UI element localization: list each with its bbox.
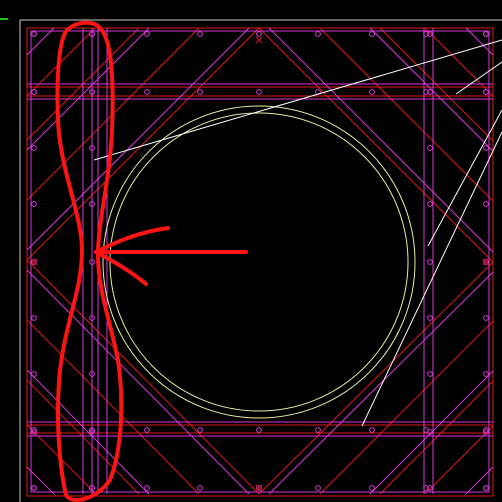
circle-marker-icon	[483, 89, 489, 95]
circle-marker-icon	[483, 145, 489, 151]
circle-marker-icon	[483, 485, 489, 491]
circle-marker-icon	[256, 427, 262, 433]
circle-marker-icon	[315, 427, 321, 433]
circle-marker-icon	[31, 89, 37, 95]
red-annotation	[55, 20, 248, 502]
leader-lines	[93, 39, 502, 427]
circle-marker-icon	[197, 427, 203, 433]
circle-marker-icon	[369, 485, 375, 491]
circle-marker-icon	[256, 31, 262, 37]
circle-marker-icon	[427, 145, 433, 151]
circle-marker-icon	[31, 371, 37, 377]
circle-marker-icon	[144, 427, 150, 433]
circle-marker-icon	[315, 485, 321, 491]
circle-marker-icon	[31, 315, 37, 321]
yellow-circle	[102, 105, 416, 419]
circle-marker-icon	[31, 145, 37, 151]
circle-marker-icon	[197, 89, 203, 95]
circle-marker-icon	[197, 485, 203, 491]
circle-marker-icon	[31, 201, 37, 207]
circle-marker-icon	[427, 315, 433, 321]
circle-marker-icon	[483, 201, 489, 207]
cad-drawing-canvas[interactable]	[0, 0, 502, 502]
circle-marker-icon	[256, 89, 262, 95]
circle-marker-icon	[369, 427, 375, 433]
circle-marker-icon	[31, 485, 37, 491]
circle-marker-icon	[427, 259, 433, 265]
circle-marker-icon	[427, 371, 433, 377]
circle-marker-icon	[31, 31, 37, 37]
circle-marker-icon	[483, 31, 489, 37]
circle-marker-icon	[369, 89, 375, 95]
circle-marker-icon	[369, 31, 375, 37]
circle-marker-icon	[144, 89, 150, 95]
circle-marker-icon	[144, 31, 150, 37]
circle-marker-icon	[315, 31, 321, 37]
x-marker-icon	[255, 36, 263, 44]
circle-marker-icon	[144, 485, 150, 491]
circle-marker-icon	[483, 315, 489, 321]
circle-marker-icon	[427, 201, 433, 207]
circle-marker-icon	[483, 371, 489, 377]
circle-marker-icon	[197, 31, 203, 37]
